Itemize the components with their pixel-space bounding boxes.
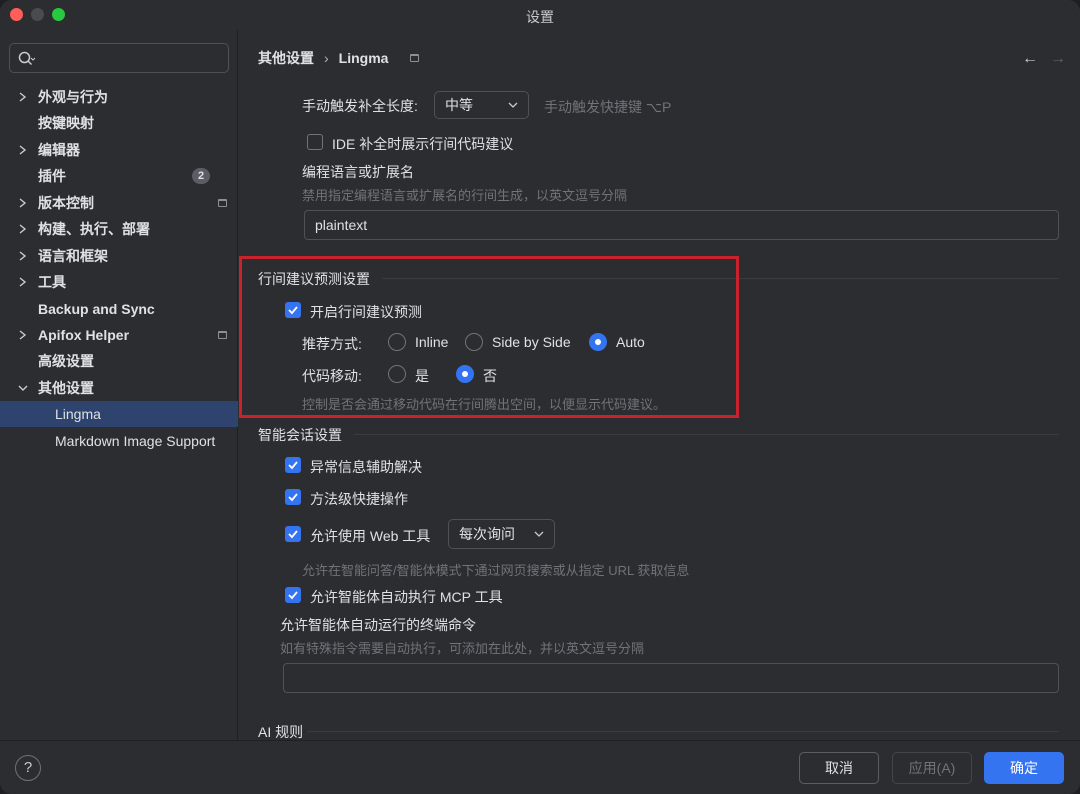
sidebar-item-advanced[interactable]: 高级设置 (0, 348, 238, 374)
settings-sidebar: 外观与行为 按键映射 编辑器 插件 2 版本控制 构建、执行、部署 语言和框架 (0, 30, 238, 740)
annotation-highlight-box (239, 256, 739, 418)
checkmark-icon (288, 461, 298, 470)
chevron-right-icon (19, 251, 27, 261)
web-tool-label: 允许使用 Web 工具 (310, 528, 431, 544)
sidebar-item-appearance[interactable]: 外观与行为 (0, 84, 238, 110)
exception-assist-checkbox[interactable] (285, 457, 301, 473)
checkmark-icon (288, 493, 298, 502)
web-tool-hint: 允许在智能问答/智能体模式下通过网页搜索或从指定 URL 获取信息 (302, 563, 690, 578)
sidebar-item-vcs[interactable]: 版本控制 (0, 190, 238, 216)
sidebar-item-label: 按键映射 (38, 115, 94, 131)
sidebar-item-plugins[interactable]: 插件 2 (0, 163, 238, 189)
apply-button[interactable]: 应用(A) (892, 752, 972, 784)
method-actions-checkbox[interactable] (285, 489, 301, 505)
chat-section-title: 智能会话设置 (258, 427, 342, 443)
chevron-right-icon (19, 277, 27, 287)
breadcrumb-separator: › (324, 50, 329, 66)
chevron-down-icon (508, 102, 518, 108)
web-tool-checkbox[interactable] (285, 526, 301, 542)
chevron-right-icon (19, 145, 27, 155)
dialog-footer: ? 取消 应用(A) 确定 (0, 740, 1080, 794)
ide-inline-label: IDE 补全时展示行间代码建议 (332, 136, 514, 152)
section-divider (307, 731, 1059, 732)
ide-inline-checkbox[interactable] (307, 134, 323, 150)
language-filter-title: 编程语言或扩展名 (302, 164, 414, 180)
language-filter-input[interactable]: plaintext (304, 210, 1059, 240)
sidebar-item-apifox-helper[interactable]: Apifox Helper (0, 322, 238, 348)
section-divider (354, 434, 1059, 435)
sidebar-item-label: 语言和框架 (38, 248, 108, 264)
project-scope-icon (218, 199, 227, 207)
sidebar-item-label: 构建、执行、部署 (38, 221, 150, 237)
chevron-right-icon (19, 330, 27, 340)
window-title: 设置 (526, 9, 554, 25)
checkmark-icon (288, 591, 298, 600)
sidebar-item-label: 插件 (38, 168, 66, 184)
terminal-commands-hint: 如有特殊指令需要自动执行，可添加在此处，并以英文逗号分隔 (280, 641, 645, 656)
title-bar: 设置 (0, 0, 1080, 30)
ok-button[interactable]: 确定 (984, 752, 1064, 784)
sidebar-item-build[interactable]: 构建、执行、部署 (0, 216, 238, 242)
breadcrumb-current: Lingma (338, 50, 389, 66)
chevron-right-icon (19, 198, 27, 208)
sidebar-item-label: 编辑器 (38, 142, 80, 158)
forward-arrow-icon[interactable]: → (1050, 50, 1066, 68)
web-tool-mode-value: 每次询问 (459, 526, 515, 542)
settings-content: 其他设置 › Lingma ← → 手动触发补全长度: 中等 手动触发快捷键 ⌥P … (239, 30, 1080, 740)
ai-rules-section-title: AI 规则 (258, 724, 304, 740)
sidebar-item-label: Markdown Image Support (55, 433, 216, 449)
sidebar-item-languages[interactable]: 语言和框架 (0, 243, 238, 269)
exception-assist-label: 异常信息辅助解决 (310, 459, 422, 475)
completion-length-value: 中等 (445, 97, 473, 113)
sidebar-item-editor[interactable]: 编辑器 (0, 137, 238, 163)
project-scope-icon (218, 331, 227, 339)
method-actions-label: 方法级快捷操作 (310, 491, 408, 507)
sidebar-item-label: Backup and Sync (38, 301, 155, 317)
sidebar-item-markdown-image-support[interactable]: Markdown Image Support (0, 428, 238, 454)
sidebar-item-lingma[interactable]: Lingma (0, 401, 238, 427)
chevron-down-icon (18, 385, 28, 391)
back-arrow-icon[interactable]: ← (1022, 50, 1038, 68)
chevron-right-icon (19, 224, 27, 234)
sidebar-item-label: 高级设置 (38, 353, 94, 369)
breadcrumb: 其他设置 › Lingma (258, 48, 388, 68)
sidebar-item-label: 其他设置 (38, 380, 94, 396)
breadcrumb-parent[interactable]: 其他设置 (258, 50, 314, 66)
checkmark-icon (288, 530, 298, 539)
help-button[interactable]: ? (15, 755, 41, 781)
sidebar-item-keymap[interactable]: 按键映射 (0, 110, 238, 136)
sidebar-item-label: 工具 (38, 274, 66, 290)
settings-window: 设置 外观与行为 按键映射 编辑器 插件 2 版本控制 构建、执行、部署 语言和… (0, 0, 1080, 794)
completion-length-label: 手动触发补全长度: (302, 98, 418, 114)
sidebar-item-label: 外观与行为 (38, 89, 108, 105)
mcp-tool-label: 允许智能体自动执行 MCP 工具 (310, 589, 503, 605)
cancel-button[interactable]: 取消 (799, 752, 879, 784)
sidebar-item-tools[interactable]: 工具 (0, 269, 238, 295)
search-input[interactable] (9, 43, 229, 73)
sidebar-item-other-settings[interactable]: 其他设置 (0, 375, 238, 401)
mcp-tool-checkbox[interactable] (285, 587, 301, 603)
sidebar-item-backup-sync[interactable]: Backup and Sync (0, 296, 238, 322)
sidebar-item-label: Lingma (55, 406, 101, 422)
shortcut-hint: 手动触发快捷键 ⌥P (544, 99, 672, 115)
terminal-commands-title: 允许智能体自动运行的终端命令 (280, 617, 476, 633)
project-scope-icon (410, 54, 419, 62)
search-icon (18, 51, 36, 66)
terminal-commands-input[interactable] (283, 663, 1059, 693)
language-filter-hint: 禁用指定编程语言或扩展名的行间生成，以英文逗号分隔 (302, 188, 628, 203)
sidebar-item-label: 版本控制 (38, 195, 94, 211)
completion-length-dropdown[interactable]: 中等 (434, 91, 529, 119)
chevron-down-icon (534, 531, 544, 537)
web-tool-mode-dropdown[interactable]: 每次询问 (448, 519, 555, 549)
chevron-right-icon (19, 92, 27, 102)
plugins-count-badge: 2 (192, 168, 210, 184)
sidebar-item-label: Apifox Helper (38, 327, 130, 343)
